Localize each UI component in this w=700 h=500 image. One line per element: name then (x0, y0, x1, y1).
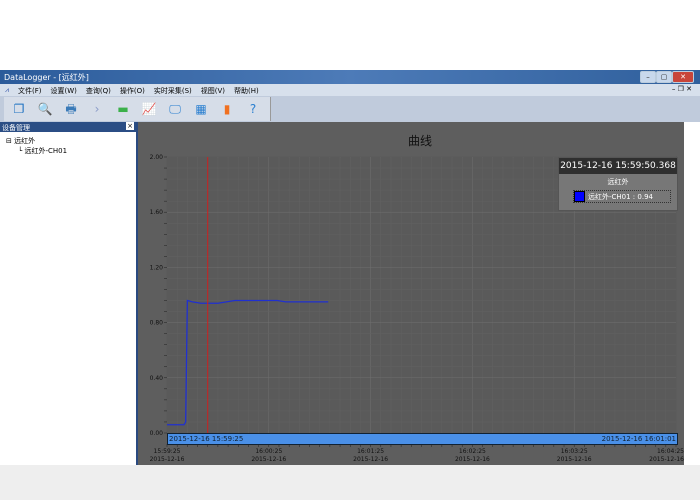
y-tick-label: 1.20 (150, 264, 164, 271)
legend: 2015-12-16 15:59:50.368 远红外 远红外-CH01 : 0… (558, 157, 678, 211)
x-tick-date: 2015-12-16 (353, 456, 388, 463)
y-tick-label: 1.60 (150, 209, 164, 216)
range-end: 2015-12-16 16:01:01 (601, 435, 676, 443)
x-tick-date: 2015-12-16 (455, 456, 490, 463)
chart-title: 曲线 (407, 134, 432, 148)
x-tick-date: 2015-12-16 (649, 456, 684, 463)
y-tick-label: 2.00 (150, 154, 164, 161)
x-tick-date: 2015-12-16 (150, 456, 185, 463)
range-start: 2015-12-16 15:59:25 (169, 435, 244, 443)
x-tick-time: 16:02:25 (459, 448, 486, 455)
range-scrollbar[interactable]: 2015-12-16 15:59:25 2015-12-16 16:01:01 (167, 433, 678, 445)
x-tick-date: 2015-12-16 (557, 456, 592, 463)
x-tick-time: 16:00:25 (255, 448, 282, 455)
x-tick-time: 16:01:25 (357, 448, 384, 455)
x-tick-time: 16:03:25 (561, 448, 588, 455)
y-tick-label: 0.40 (150, 375, 164, 382)
legend-entry-label: 远红外-CH01 : 0.94 (588, 192, 653, 201)
legend-entry: 远红外-CH01 : 0.94 (573, 190, 671, 203)
legend-swatch (574, 191, 585, 202)
x-tick-date: 2015-12-16 (251, 456, 286, 463)
status-area (0, 465, 700, 500)
y-tick-label: 0.00 (150, 430, 164, 437)
y-tick-label: 0.80 (150, 320, 164, 327)
x-tick-time: 15:59:25 (154, 448, 181, 455)
line-chart: 0.000.400.801.201.602.0015:59:252015-12-… (150, 154, 685, 463)
legend-group: 远红外 (607, 178, 629, 186)
x-tick-time: 16:04:25 (657, 448, 684, 455)
legend-timestamp: 2015-12-16 15:59:50.368 (559, 158, 677, 174)
